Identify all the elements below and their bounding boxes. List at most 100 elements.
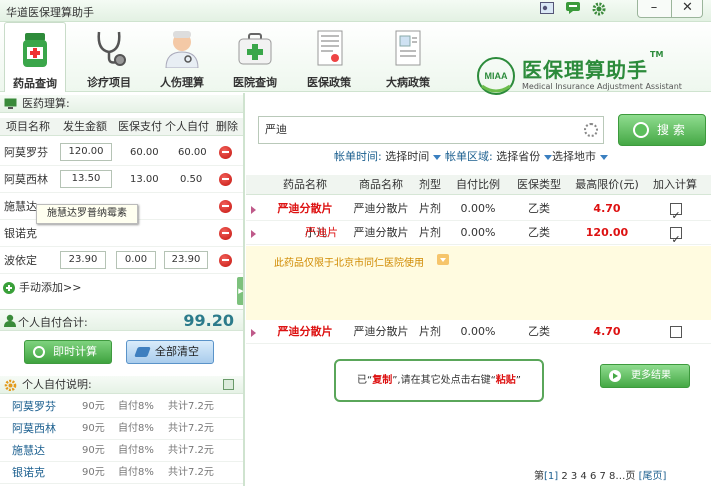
drug-name-tooltip: 施慧达罗普纳霉素: [36, 204, 138, 224]
add-to-calc-checkbox[interactable]: [670, 326, 682, 338]
gear-icon[interactable]: [589, 2, 609, 19]
first-aid-kit-icon: [235, 28, 275, 68]
tab-label: 大病政策: [386, 76, 430, 89]
calc-section-header: 医药理算:: [0, 95, 244, 113]
desc-name: 施慧达: [12, 444, 45, 457]
hospital-restriction-notice: 此药品仅限于北京市同仁医院使用: [246, 246, 711, 320]
amount-input[interactable]: 23.90: [60, 251, 106, 269]
copy-icon[interactable]: [223, 379, 234, 390]
total-label: 个人自付合计:: [18, 316, 88, 329]
collapse-toggle-icon[interactable]: [437, 254, 449, 265]
gear-icon: [4, 379, 17, 391]
app-logo: MIAA 医保理算助手 TM Medical Insurance Adjustm…: [474, 50, 682, 102]
search-button[interactable]: 搜 索: [618, 114, 706, 146]
amount-input[interactable]: 13.50: [60, 170, 112, 188]
chat-icon[interactable]: [563, 2, 583, 19]
policy-document-icon: [309, 28, 349, 68]
expand-arrow-icon[interactable]: [251, 206, 256, 214]
desc-row: 施慧达 90元 自付8% 共计7.2元: [0, 440, 244, 462]
tab-drug-query[interactable]: 药品查询: [4, 22, 66, 92]
id-card-icon[interactable]: [537, 2, 557, 19]
search-button-label: 搜 索: [657, 123, 685, 137]
add-to-calc-checkbox[interactable]: ✓: [670, 203, 682, 222]
trade-name: 严迪分散片: [353, 325, 409, 338]
instant-calc-label: 即时计算: [53, 345, 97, 358]
desc-section-title: 个人自付说明:: [22, 378, 92, 391]
self-pay-ratio: 0.00%: [460, 202, 496, 215]
calc-item-name: 阿莫罗芬: [4, 146, 48, 159]
delete-row-icon[interactable]: [219, 173, 232, 186]
results-header: 药品名称 商品名称 剂型 自付比例 医保类型 最高限价(元) 加入计算: [246, 175, 711, 195]
delete-row-icon[interactable]: [219, 146, 232, 159]
filter-value: 选择时间: [385, 150, 430, 163]
filter-key: 帐单时间:: [334, 150, 382, 163]
delete-row-icon[interactable]: [219, 227, 232, 240]
insurance-type: 乙类: [528, 226, 550, 239]
delete-row-icon[interactable]: [219, 200, 232, 213]
title-bar: 华道医保理算助手 – ✕: [0, 0, 711, 22]
pager-prefix: 第: [534, 471, 544, 482]
more-results-label: 更多结果: [631, 370, 671, 381]
result-row[interactable]: 小儿 严迪片 严迪分散片 片剂 0.00% 乙类 120.00 ✓: [246, 221, 711, 246]
drug-name: 严迪分散片: [277, 325, 333, 338]
tab-insurance-policy[interactable]: 医保政策: [300, 22, 358, 92]
add-to-calc-checkbox[interactable]: ✓: [670, 227, 682, 246]
close-icon[interactable]: ✕: [671, 0, 703, 17]
col-header: 药品名称: [283, 178, 327, 191]
main-toolbar: 药品查询 诊疗项目 人伤理算 医院查询 医保政策 大病政策 MIAA 医保理算助…: [0, 22, 711, 95]
result-row[interactable]: 严迪分散片 严迪分散片 片剂 0.00% 乙类 4.70: [246, 320, 711, 344]
col-header: 项目名称: [6, 120, 50, 133]
bill-region-filter[interactable]: 帐单区域: 选择省份: [445, 150, 553, 164]
col-header: 医保支付: [118, 120, 162, 133]
pager-last[interactable]: [尾页]: [639, 471, 667, 482]
tab-label: 药品查询: [13, 77, 57, 90]
insurance-type: 乙类: [528, 325, 550, 338]
copied-toast: 已“复制”,请在其它处点击右键“粘贴”: [334, 359, 544, 402]
calc-row: 阿莫罗芬 120.00 60.00 60.00: [0, 139, 244, 166]
desc-price: 90元: [82, 401, 105, 412]
pager-pages[interactable]: 2 3 4 6 7 8…页: [558, 471, 638, 482]
self-pay-input[interactable]: 23.90: [164, 251, 208, 269]
expand-arrow-icon[interactable]: [251, 230, 256, 238]
max-price: 4.70: [593, 202, 621, 215]
tab-label: 诊疗项目: [87, 76, 131, 89]
drug-name: 严迪分散片: [277, 202, 333, 215]
trade-name: 严迪分散片: [353, 202, 409, 215]
minimize-icon[interactable]: –: [638, 0, 670, 17]
amount-input[interactable]: 120.00: [60, 143, 112, 161]
self-pay: 60.00: [178, 147, 207, 158]
calc-section-title: 医药理算:: [22, 97, 70, 110]
tab-hospital-query[interactable]: 医院查询: [226, 22, 284, 92]
pager-current[interactable]: [1]: [544, 471, 558, 482]
tab-injury-calc[interactable]: 人伤理算: [152, 22, 212, 92]
city-filter[interactable]: 选择地市: [552, 150, 608, 164]
col-header: 商品名称: [359, 178, 403, 191]
desc-price: 90元: [82, 445, 105, 456]
calc-item-name: 施慧达: [4, 200, 37, 213]
toast-text: ”: [515, 375, 521, 386]
app-title: 华道医保理算助手: [6, 6, 94, 19]
expand-arrow-icon[interactable]: [251, 329, 256, 337]
self-pay-total-bar: 个人自付合计: 99.20: [0, 309, 244, 331]
insurance-pay-input[interactable]: 0.00: [116, 251, 156, 269]
more-results-button[interactable]: 更多结果: [600, 364, 690, 388]
desc-sum: 共计7.2元: [168, 467, 214, 478]
notice-text: 此药品仅限于北京市同仁医院使用: [274, 258, 424, 269]
tab-major-illness-policy[interactable]: 大病政策: [378, 22, 438, 92]
col-header: 删除: [216, 120, 238, 133]
chevron-down-icon: [433, 154, 442, 160]
clear-all-button[interactable]: 全部清空: [126, 340, 214, 364]
manual-add-link[interactable]: 手动添加>>: [3, 280, 81, 296]
result-row[interactable]: 严迪分散片 严迪分散片 片剂 0.00% 乙类 4.70 ✓: [246, 197, 711, 222]
bill-time-filter[interactable]: 帐单时间: 选择时间: [334, 150, 442, 164]
calc-item-name: 阿莫西林: [4, 173, 48, 186]
user-icon: [4, 314, 16, 327]
tab-treatment-items[interactable]: 诊疗项目: [80, 22, 138, 92]
dosage-form: 片剂: [419, 226, 441, 239]
delete-row-icon[interactable]: [219, 254, 232, 267]
col-header: 最高限价(元): [575, 178, 639, 191]
desc-pct: 自付8%: [118, 423, 154, 434]
search-input[interactable]: 严迪: [258, 116, 604, 144]
col-header: 自付比例: [456, 178, 500, 191]
instant-calc-button[interactable]: 即时计算: [24, 340, 112, 364]
